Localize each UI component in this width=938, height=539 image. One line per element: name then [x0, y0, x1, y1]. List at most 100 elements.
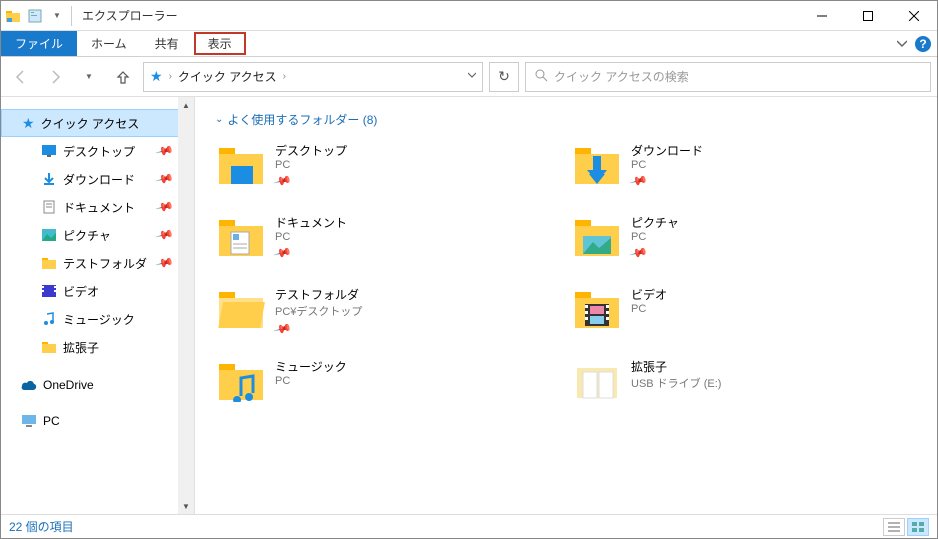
search-input[interactable] [554, 70, 922, 84]
address-dropdown-icon[interactable] [468, 71, 476, 82]
pin-icon: 📌 [629, 243, 649, 263]
pin-icon: 📌 [155, 225, 175, 245]
pin-icon: 📌 [155, 141, 175, 161]
breadcrumb-chevron-icon[interactable]: › [283, 71, 286, 82]
sidebar-item-music[interactable]: ミュージック [1, 305, 194, 333]
minimize-button[interactable] [799, 1, 845, 31]
scroll-down-icon[interactable]: ▼ [178, 498, 194, 514]
folder-item-documents[interactable]: ドキュメントPC📌 [215, 212, 561, 264]
folder-item-pictures[interactable]: ピクチャPC📌 [571, 212, 917, 264]
tab-share[interactable]: 共有 [141, 31, 193, 56]
nav-row: ▼ ★ › クイック アクセス › ↻ [1, 57, 937, 97]
view-details-button[interactable] [883, 518, 905, 536]
scroll-up-icon[interactable]: ▲ [178, 97, 194, 113]
recent-locations-icon[interactable]: ▼ [75, 63, 103, 91]
folder-icon [41, 339, 57, 355]
sidebar-item-label: 拡張子 [63, 339, 99, 356]
sidebar-item-videos[interactable]: ビデオ [1, 277, 194, 305]
folder-location: USB ドライブ (E:) [631, 375, 721, 391]
view-large-icons-button[interactable] [907, 518, 929, 536]
chevron-down-icon: ⌄ [215, 114, 223, 125]
folder-icon [571, 356, 623, 408]
status-item-count: 22 個の項目 [9, 518, 74, 535]
sidebar-item-desktop[interactable]: デスクトップ 📌 [1, 137, 194, 165]
pc-icon [21, 413, 37, 429]
sidebar-item-testfolder[interactable]: テストフォルダ 📌 [1, 249, 194, 277]
breadcrumb-chevron-icon[interactable]: › [169, 71, 172, 82]
sidebar-item-quick-access[interactable]: ★ クイック アクセス [1, 109, 194, 137]
folder-location: PC [631, 159, 703, 171]
sidebar-item-documents[interactable]: ドキュメント 📌 [1, 193, 194, 221]
folder-name: ミュージック [275, 358, 347, 375]
qat-dropdown-icon[interactable]: ▼ [47, 6, 67, 26]
pin-icon: 📌 [273, 319, 293, 339]
folder-item-music[interactable]: ミュージックPC [215, 356, 561, 408]
sidebar-item-label: ダウンロード [63, 171, 135, 188]
sidebar-item-label: PC [43, 414, 60, 428]
sidebar-item-extension[interactable]: 拡張子 [1, 333, 194, 361]
folder-icon [215, 356, 267, 408]
folder-icon [215, 212, 267, 264]
document-icon [41, 199, 57, 215]
sidebar: ★ クイック アクセス デスクトップ 📌 ダウンロード 📌 ドキュメント 📌 ピ… [1, 97, 195, 514]
folder-name: ダウンロード [631, 142, 703, 159]
sidebar-item-label: テストフォルダ [63, 255, 147, 272]
folder-icon [215, 140, 267, 192]
back-button[interactable] [7, 63, 35, 91]
maximize-button[interactable] [845, 1, 891, 31]
folder-item-extension[interactable]: 拡張子USB ドライブ (E:) [571, 356, 917, 408]
folder-location: PC [275, 159, 347, 171]
quick-access-toolbar: ▼ [1, 6, 67, 26]
folder-item-desktop[interactable]: デスクトップPC📌 [215, 140, 561, 192]
folder-location: PC [631, 231, 679, 243]
status-bar: 22 個の項目 [1, 514, 937, 538]
music-icon [41, 311, 57, 327]
section-title: よく使用するフォルダー (8) [227, 111, 377, 128]
ribbon-collapse-icon[interactable] [897, 37, 907, 51]
tab-home[interactable]: ホーム [77, 31, 141, 56]
folder-name: ビデオ [631, 286, 667, 303]
forward-button[interactable] [41, 63, 69, 91]
folder-icon [41, 255, 57, 271]
sidebar-item-onedrive[interactable]: OneDrive [1, 371, 194, 399]
close-button[interactable] [891, 1, 937, 31]
sidebar-item-pc[interactable]: PC [1, 407, 194, 435]
pin-icon: 📌 [629, 171, 649, 191]
search-box[interactable] [525, 62, 931, 92]
folder-text: ビデオPC [631, 284, 667, 315]
sidebar-item-label: OneDrive [43, 378, 94, 392]
help-icon[interactable]: ? [915, 36, 931, 52]
pin-icon: 📌 [273, 243, 293, 263]
quick-access-star-icon: ★ [22, 115, 35, 132]
folder-location: PC [275, 375, 347, 387]
folder-name: ドキュメント [275, 214, 347, 231]
folder-item-videos[interactable]: ビデオPC [571, 284, 917, 336]
folder-text: テストフォルダPC¥デスクトップ📌 [275, 284, 362, 336]
pin-icon: 📌 [155, 169, 175, 189]
sidebar-item-pictures[interactable]: ピクチャ 📌 [1, 221, 194, 249]
ribbon-tabs: ファイル ホーム 共有 表示 ? [1, 31, 937, 57]
sidebar-scrollbar[interactable]: ▲ ▼ [178, 97, 194, 514]
breadcrumb-root[interactable]: クイック アクセス [178, 68, 277, 85]
pin-icon: 📌 [155, 197, 175, 217]
tab-view[interactable]: 表示 [194, 32, 246, 55]
sidebar-item-label: ピクチャ [63, 227, 111, 244]
up-button[interactable] [109, 63, 137, 91]
folder-text: ミュージックPC [275, 356, 347, 387]
sidebar-item-downloads[interactable]: ダウンロード 📌 [1, 165, 194, 193]
desktop-icon [41, 143, 57, 159]
picture-icon [41, 227, 57, 243]
tab-file[interactable]: ファイル [1, 31, 77, 56]
titlebar: ▼ エクスプローラー [1, 1, 937, 31]
folder-item-downloads[interactable]: ダウンロードPC📌 [571, 140, 917, 192]
quick-access-star-icon: ★ [150, 68, 163, 85]
folder-name: デスクトップ [275, 142, 347, 159]
folder-icon [571, 140, 623, 192]
refresh-button[interactable]: ↻ [489, 62, 519, 92]
address-bar[interactable]: ★ › クイック アクセス › [143, 62, 483, 92]
folder-item-testfolder[interactable]: テストフォルダPC¥デスクトップ📌 [215, 284, 561, 336]
folder-location: PC [275, 231, 347, 243]
section-header-frequent[interactable]: ⌄ よく使用するフォルダー (8) [215, 111, 917, 128]
pin-icon: 📌 [273, 171, 293, 191]
qat-properties-icon[interactable] [25, 6, 45, 26]
